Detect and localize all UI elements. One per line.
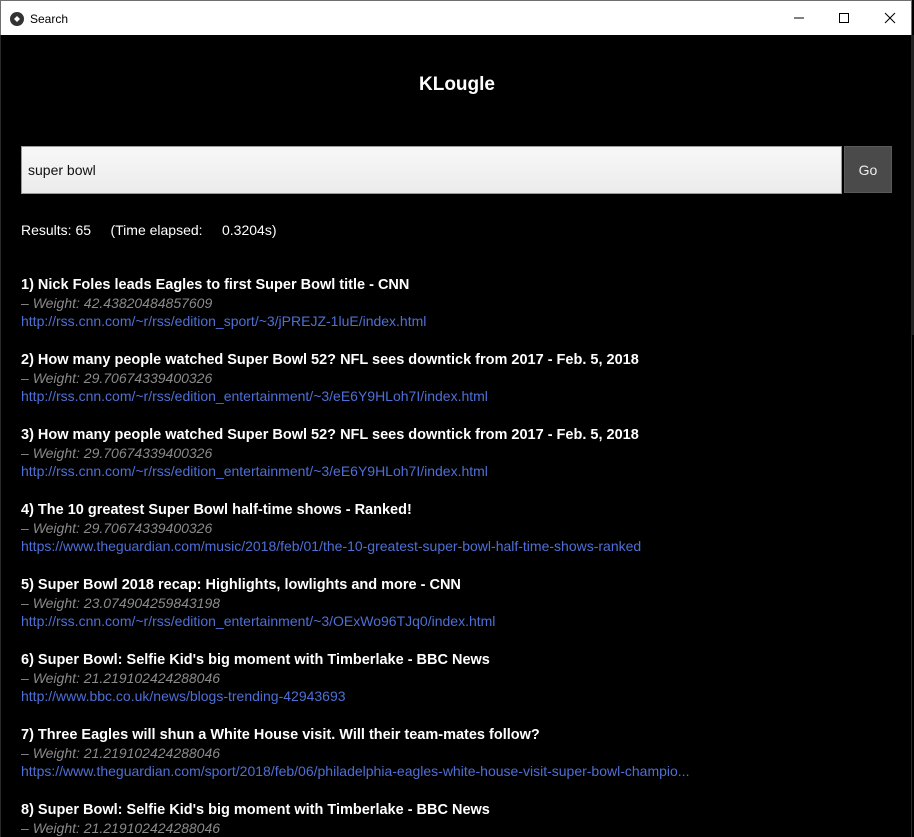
result-title: 2) How many people watched Super Bowl 52…	[21, 352, 639, 368]
go-button[interactable]: Go	[844, 146, 892, 193]
result-title: 3) How many people watched Super Bowl 52…	[21, 427, 639, 443]
result-weight-value: Weight: 21.219102424288046	[32, 745, 221, 761]
list-item: 2) How many people watched Super Bowl 52…	[21, 351, 901, 426]
result-title: 7) Three Eagles will shun a White House …	[21, 727, 540, 743]
window-title: Search	[30, 12, 69, 26]
results-list: 1) Nick Foles leads Eagles to first Supe…	[21, 276, 901, 837]
result-weight: – Weight: 29.70674339400326	[21, 444, 901, 462]
list-item: 4) The 10 greatest Super Bowl half-time …	[21, 501, 901, 576]
result-link[interactable]: http://rss.cnn.com/~r/rss/edition_sport/…	[21, 312, 901, 330]
result-weight: – Weight: 23.074904259843198	[21, 594, 901, 612]
result-dash: –	[21, 820, 29, 836]
result-weight-value: Weight: 29.70674339400326	[32, 520, 213, 536]
result-dash: –	[21, 595, 29, 611]
list-item: 3) How many people watched Super Bowl 52…	[21, 426, 901, 501]
result-weight-value: Weight: 29.70674339400326	[32, 370, 213, 386]
list-item: 5) Super Bowl 2018 recap: Highlights, lo…	[21, 576, 901, 651]
minimize-icon	[794, 17, 804, 19]
result-link[interactable]: http://rss.cnn.com/~r/rss/edition_entert…	[21, 387, 901, 405]
list-item: 1) Nick Foles leads Eagles to first Supe…	[21, 276, 901, 351]
maximize-icon	[839, 13, 849, 23]
list-item: 8) Super Bowl: Selfie Kid's big moment w…	[21, 801, 901, 837]
result-title: 5) Super Bowl 2018 recap: Highlights, lo…	[21, 577, 461, 593]
app-window: Search KLougle Go Results: 65 (Time elap…	[0, 0, 914, 837]
result-dash: –	[21, 370, 29, 386]
list-item: 7) Three Eagles will shun a White House …	[21, 726, 901, 801]
result-link[interactable]: http://www.bbc.co.uk/news/blogs-trending…	[21, 687, 901, 705]
result-weight: – Weight: 21.219102424288046	[21, 744, 901, 762]
result-dash: –	[21, 670, 29, 686]
result-weight-value: Weight: 23.074904259843198	[32, 595, 221, 611]
result-link[interactable]: https://www.theguardian.com/sport/2018/f…	[21, 762, 901, 780]
result-dash: –	[21, 745, 29, 761]
result-link[interactable]: https://www.theguardian.com/music/2018/f…	[21, 537, 901, 555]
title-bar[interactable]: Search	[0, 0, 912, 35]
result-link[interactable]: http://rss.cnn.com/~r/rss/edition_entert…	[21, 462, 901, 480]
list-item: 6) Super Bowl: Selfie Kid's big moment w…	[21, 651, 901, 726]
result-weight-value: Weight: 42.43820484857609	[32, 295, 213, 311]
result-title: 1) Nick Foles leads Eagles to first Supe…	[21, 277, 410, 293]
result-dash: –	[21, 520, 29, 536]
result-weight-value: Weight: 21.219102424288046	[32, 670, 221, 686]
result-weight-value: Weight: 21.219102424288046	[32, 820, 221, 836]
result-title: 4) The 10 greatest Super Bowl half-time …	[21, 502, 412, 518]
main-content: KLougle Go Results: 65 (Time elapsed: 0.…	[0, 35, 912, 837]
search-input[interactable]	[21, 146, 842, 194]
results-stats: Results: 65 (Time elapsed: 0.3204s)	[21, 222, 277, 238]
close-icon	[884, 12, 896, 24]
result-weight: – Weight: 29.70674339400326	[21, 369, 901, 387]
maximize-button[interactable]	[821, 1, 867, 35]
result-weight: – Weight: 21.219102424288046	[21, 669, 901, 687]
minimize-button[interactable]	[776, 1, 822, 35]
result-title: 8) Super Bowl: Selfie Kid's big moment w…	[21, 802, 490, 818]
result-weight: – Weight: 21.219102424288046	[21, 819, 901, 837]
close-button[interactable]	[867, 1, 913, 35]
result-weight-value: Weight: 29.70674339400326	[32, 445, 213, 461]
app-title: KLougle	[419, 74, 495, 95]
result-weight: – Weight: 29.70674339400326	[21, 519, 901, 537]
result-dash: –	[21, 295, 29, 311]
result-title: 6) Super Bowl: Selfie Kid's big moment w…	[21, 652, 490, 668]
app-icon	[10, 12, 24, 26]
result-link[interactable]: http://rss.cnn.com/~r/rss/edition_entert…	[21, 612, 901, 630]
result-weight: – Weight: 42.43820484857609	[21, 294, 901, 312]
result-dash: –	[21, 445, 29, 461]
